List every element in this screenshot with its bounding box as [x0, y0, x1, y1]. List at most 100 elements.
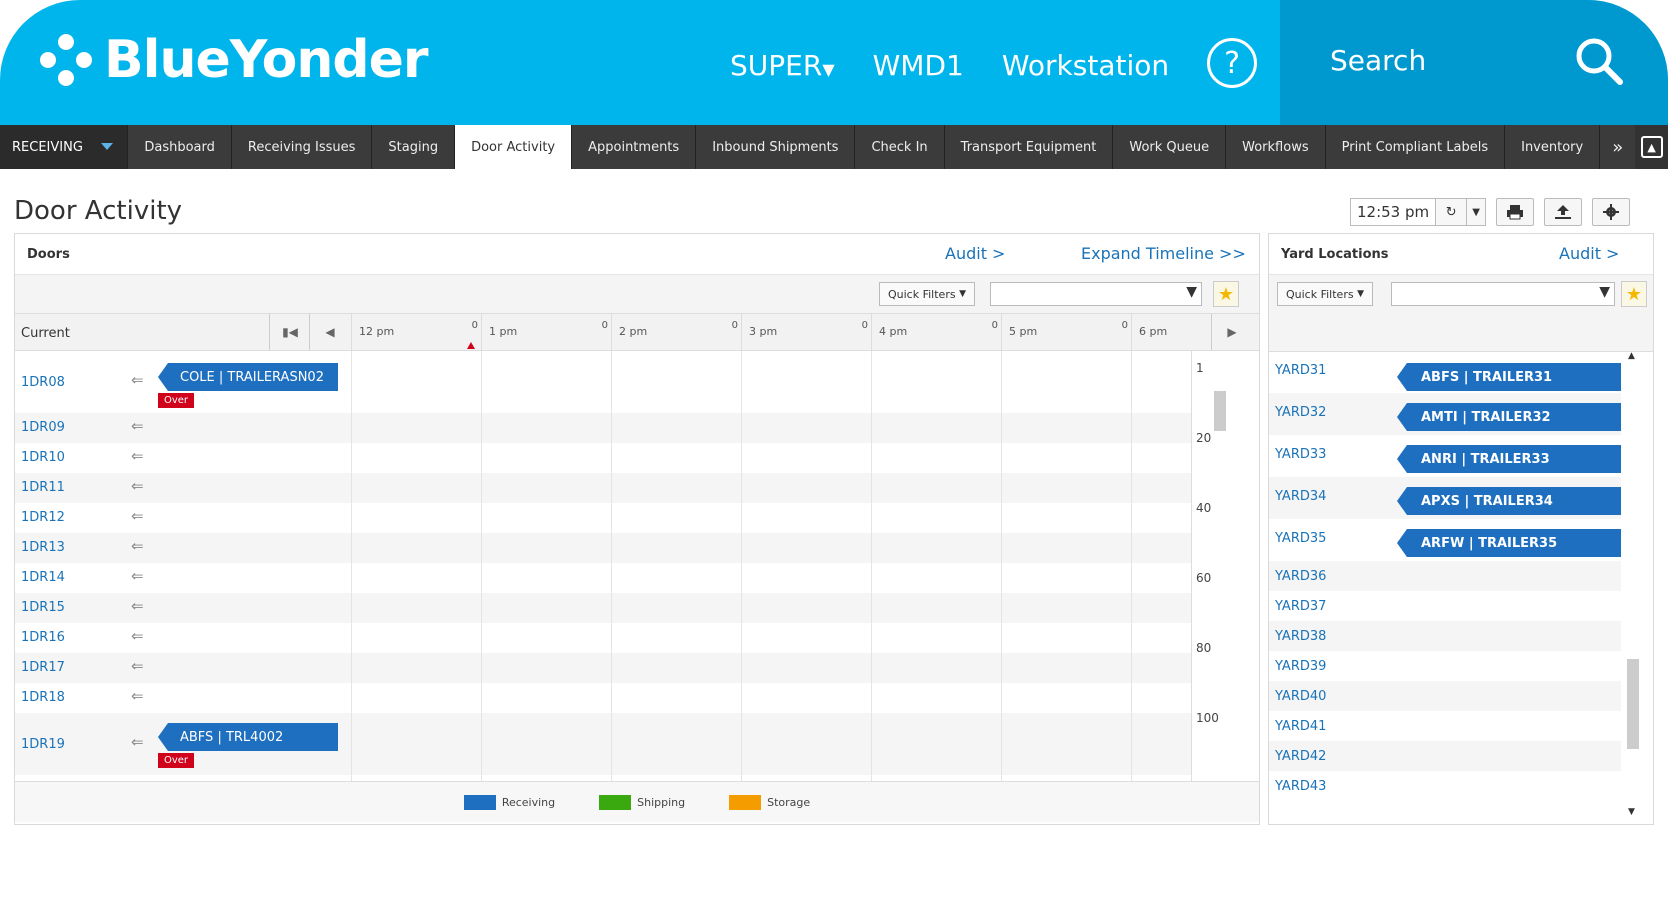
collapse-header-button[interactable]: ▲: [1635, 125, 1668, 169]
brand-logo[interactable]: BlueYonder: [40, 30, 429, 90]
yard-link[interactable]: YARD35: [1275, 531, 1326, 546]
yard-link[interactable]: YARD37: [1275, 599, 1326, 614]
gear-icon[interactable]: [1592, 198, 1631, 226]
scroll-down-icon[interactable]: ▼: [1628, 807, 1635, 817]
door-link[interactable]: 1DR10: [21, 450, 65, 465]
workstation-link[interactable]: Workstation: [1002, 49, 1169, 82]
door-link[interactable]: 1DR08: [21, 375, 65, 390]
yard-link[interactable]: YARD40: [1275, 689, 1326, 704]
search-label: Search: [1330, 44, 1427, 77]
tab-dashboard[interactable]: Dashboard: [127, 125, 231, 169]
tab-door-activity[interactable]: Door Activity: [454, 125, 572, 169]
favorite-star-icon[interactable]: ★: [1621, 281, 1647, 307]
yard-link[interactable]: YARD42: [1275, 749, 1326, 764]
refresh-icon[interactable]: ↻: [1436, 198, 1468, 226]
door-link[interactable]: 1DR16: [21, 630, 65, 645]
zoom-label: 100: [1196, 711, 1219, 725]
arrow-left-icon[interactable]: ⇐: [131, 657, 144, 675]
tab-inbound-shipments[interactable]: Inbound Shipments: [695, 125, 855, 169]
door-link[interactable]: 1DR17: [21, 660, 65, 675]
arrow-left-icon[interactable]: ⇐: [131, 733, 144, 751]
tab-inventory[interactable]: Inventory: [1504, 125, 1600, 169]
arrow-left-icon[interactable]: ⇐: [131, 567, 144, 585]
yard-row: YARD34 APXS | TRAILER34: [1269, 477, 1621, 519]
tab-print-compliant-labels[interactable]: Print Compliant Labels: [1324, 125, 1505, 169]
tab-workflows[interactable]: Workflows: [1225, 125, 1325, 169]
zoom-label: 20: [1196, 431, 1212, 445]
yard-filter-input[interactable]: ▼: [1391, 282, 1615, 306]
door-link[interactable]: 1DR19: [21, 737, 65, 752]
door-link[interactable]: 1DR09: [21, 420, 65, 435]
yard-link[interactable]: YARD39: [1275, 659, 1326, 674]
warehouse-selector[interactable]: WMD1: [873, 49, 964, 82]
door-link[interactable]: 1DR15: [21, 600, 65, 615]
user-menu[interactable]: SUPER▼: [730, 49, 835, 82]
yard-link[interactable]: YARD43: [1275, 779, 1326, 794]
trailer-chip[interactable]: ABFS | TRAILER31: [1397, 363, 1621, 391]
more-tabs-icon[interactable]: »: [1599, 125, 1636, 169]
tab-work-queue[interactable]: Work Queue: [1112, 125, 1226, 169]
door-link[interactable]: 1DR18: [21, 690, 65, 705]
help-icon[interactable]: ?: [1207, 38, 1258, 88]
yard-scrollbar[interactable]: ▲ ▼: [1625, 351, 1641, 821]
yard-link[interactable]: YARD38: [1275, 629, 1326, 644]
door-link[interactable]: 1DR11: [21, 480, 65, 495]
arrow-left-icon[interactable]: ⇐: [131, 507, 144, 525]
arrow-left-icon[interactable]: ⇐: [131, 537, 144, 555]
previous-icon[interactable]: ◀: [309, 314, 350, 350]
arrow-left-icon[interactable]: ⇐: [131, 627, 144, 645]
trailer-chip[interactable]: AMTI | TRAILER32: [1397, 403, 1621, 431]
legend-swatch: [599, 794, 632, 810]
scroll-up-icon[interactable]: ▲: [1628, 351, 1635, 361]
appointment-chip[interactable]: ABFS | TRL4002: [158, 723, 338, 751]
tab-staging[interactable]: Staging: [371, 125, 455, 169]
appointment-chip[interactable]: COLE | TRAILERASN02: [158, 363, 338, 391]
expand-timeline-link[interactable]: Expand Timeline >>: [1081, 244, 1246, 263]
yard-link[interactable]: YARD36: [1275, 569, 1326, 584]
tab-check-in[interactable]: Check In: [854, 125, 944, 169]
tab-receiving-issues[interactable]: Receiving Issues: [230, 125, 372, 169]
door-link[interactable]: 1DR12: [21, 510, 65, 525]
tab-transport-equipment[interactable]: Transport Equipment: [943, 125, 1113, 169]
favorite-star-icon[interactable]: ★: [1213, 281, 1239, 307]
next-icon[interactable]: ▶: [1211, 314, 1252, 350]
doors-audit-link[interactable]: Audit >: [945, 244, 1005, 263]
print-icon[interactable]: [1496, 198, 1535, 226]
arrow-left-icon[interactable]: ⇐: [131, 477, 144, 495]
arrow-left-icon[interactable]: ⇐: [131, 687, 144, 705]
arrow-left-icon[interactable]: ⇐: [131, 447, 144, 465]
zoom-scale[interactable]: 1 20 40 60 80 100: [1191, 351, 1226, 781]
scrollbar-thumb[interactable]: [1627, 659, 1639, 749]
search-icon[interactable]: [1574, 36, 1624, 86]
arrow-left-icon[interactable]: ⇐: [131, 417, 144, 435]
door-row: 1DR17 ⇐: [15, 653, 1215, 683]
export-icon[interactable]: [1544, 198, 1583, 226]
doors-quick-filters-button[interactable]: Quick Filters ▼: [879, 282, 975, 306]
trailer-chip[interactable]: APXS | TRAILER34: [1397, 487, 1621, 515]
page-toolbar: 12:53 pm ↻ ▼: [1350, 198, 1631, 226]
scrollbar-thumb[interactable]: [1214, 391, 1226, 431]
yard-link[interactable]: YARD33: [1275, 447, 1326, 462]
global-search[interactable]: Search: [1280, 0, 1668, 125]
yard-link[interactable]: YARD32: [1275, 405, 1326, 420]
refresh-options-icon[interactable]: ▼: [1467, 198, 1487, 226]
zoom-label: 1: [1196, 361, 1204, 375]
tab-appointments[interactable]: Appointments: [571, 125, 696, 169]
trailer-chip[interactable]: ANRI | TRAILER33: [1397, 445, 1621, 473]
current-label: Current: [21, 326, 70, 341]
hour-12pm: 12 pm 0: [351, 314, 482, 350]
doors-filter-input[interactable]: ▼: [990, 282, 1202, 306]
arrow-left-icon[interactable]: ⇐: [131, 597, 144, 615]
yard-audit-link[interactable]: Audit >: [1559, 244, 1619, 263]
module-selector[interactable]: RECEIVING: [0, 125, 128, 169]
yard-link[interactable]: YARD34: [1275, 489, 1326, 504]
door-link[interactable]: 1DR14: [21, 570, 65, 585]
yard-link[interactable]: YARD41: [1275, 719, 1326, 734]
door-row: 1DR08 ⇐ COLE | TRAILERASN02 Over: [15, 351, 1215, 413]
trailer-chip[interactable]: ARFW | TRAILER35: [1397, 529, 1621, 557]
yard-quick-filters-button[interactable]: Quick Filters ▼: [1277, 282, 1373, 306]
yard-link[interactable]: YARD31: [1275, 363, 1326, 378]
first-page-icon[interactable]: ▮◀: [269, 314, 310, 350]
arrow-left-icon[interactable]: ⇐: [131, 371, 144, 389]
door-link[interactable]: 1DR13: [21, 540, 65, 555]
